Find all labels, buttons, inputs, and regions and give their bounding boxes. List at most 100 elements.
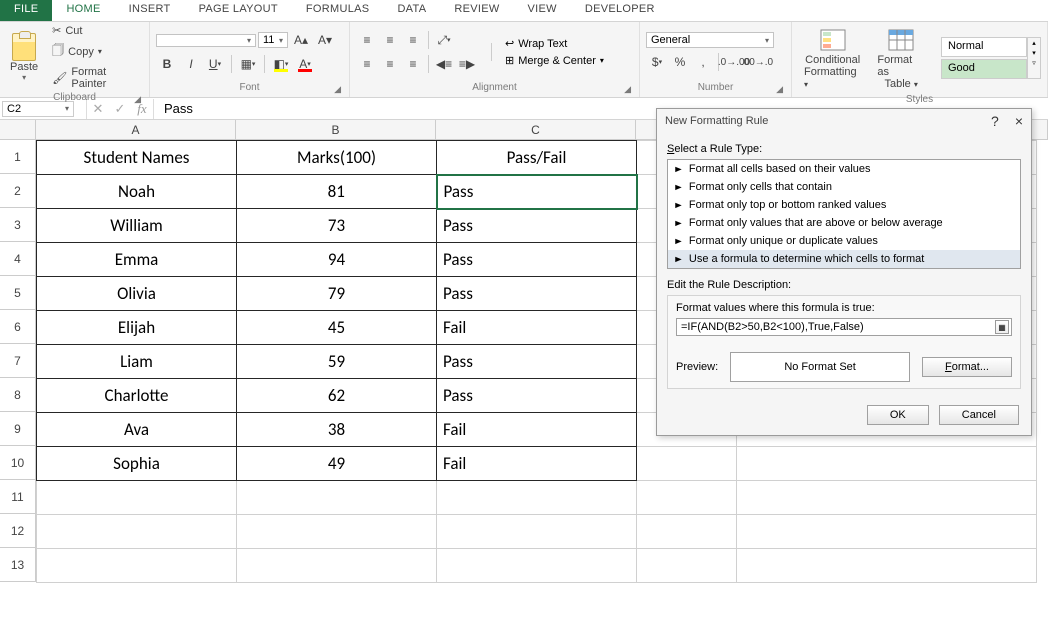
cell-C8[interactable]: Pass (437, 379, 637, 413)
row-header-6[interactable]: 6 (0, 310, 36, 344)
rule-type-item-1[interactable]: ►Format only cells that contain (668, 178, 1020, 196)
column-header-C[interactable]: C (436, 120, 636, 140)
cell-A12[interactable] (37, 515, 237, 549)
cell-B1[interactable]: Marks(100) (237, 141, 437, 175)
cell-A9[interactable]: Ava (37, 413, 237, 447)
tab-view[interactable]: VIEW (514, 0, 571, 21)
row-header-4[interactable]: 4 (0, 242, 36, 276)
font-color-button[interactable]: A▾ (294, 54, 316, 74)
conditional-formatting-button[interactable]: Conditional Formatting ▾ (798, 24, 867, 92)
paste-button[interactable]: Paste ▾ (6, 31, 42, 84)
cell-C2[interactable]: Pass (437, 175, 637, 209)
cell-D11[interactable] (637, 481, 737, 515)
rule-type-item-3[interactable]: ►Format only values that are above or be… (668, 214, 1020, 232)
rule-type-list[interactable]: ►Format all cells based on their values►… (667, 159, 1021, 269)
cell-C7[interactable]: Pass (437, 345, 637, 379)
cell-B13[interactable] (237, 549, 437, 583)
align-top-button[interactable]: ≡ (356, 30, 378, 50)
number-launcher[interactable]: ◢ (776, 84, 783, 95)
cell-B10[interactable]: 49 (237, 447, 437, 481)
alignment-launcher[interactable]: ◢ (624, 84, 631, 95)
borders-button[interactable]: ▦▾ (237, 54, 259, 74)
rule-type-item-0[interactable]: ►Format all cells based on their values (668, 160, 1020, 178)
cell-C12[interactable] (437, 515, 637, 549)
row-header-9[interactable]: 9 (0, 412, 36, 446)
tab-data[interactable]: DATA (383, 0, 440, 21)
orientation-button[interactable]: ⤢▾ (433, 30, 455, 50)
merge-center-button[interactable]: ⊞Merge & Center▾ (505, 54, 604, 67)
italic-button[interactable]: I (180, 54, 202, 74)
cell-C3[interactable]: Pass (437, 209, 637, 243)
tab-file[interactable]: FILE (0, 0, 52, 21)
increase-indent-button[interactable]: ≡▶ (456, 54, 478, 74)
decrease-decimal-button[interactable]: .00→.0 (746, 52, 768, 72)
fill-color-button[interactable]: ◧▾ (270, 54, 292, 74)
cell-A2[interactable]: Noah (37, 175, 237, 209)
column-header-A[interactable]: A (36, 120, 236, 140)
rule-type-item-4[interactable]: ►Format only unique or duplicate values (668, 232, 1020, 250)
decrease-font-button[interactable]: A▾ (314, 30, 336, 50)
align-right-button[interactable]: ≡ (402, 54, 424, 74)
ok-button[interactable]: OK (867, 405, 929, 425)
row-header-1[interactable]: 1 (0, 140, 36, 174)
cell-E12[interactable] (737, 515, 1037, 549)
range-selector-button[interactable]: ▦ (995, 320, 1009, 334)
cell-C10[interactable]: Fail (437, 447, 637, 481)
cell-C6[interactable]: Fail (437, 311, 637, 345)
cell-A5[interactable]: Olivia (37, 277, 237, 311)
dialog-help-button[interactable]: ? (991, 113, 999, 129)
cell-C1[interactable]: Pass/Fail (437, 141, 637, 175)
cell-B9[interactable]: 38 (237, 413, 437, 447)
decrease-indent-button[interactable]: ◀≡ (433, 54, 455, 74)
styles-gallery-scroll[interactable]: ▴▾▿ (1027, 37, 1041, 79)
cell-C5[interactable]: Pass (437, 277, 637, 311)
cell-A8[interactable]: Charlotte (37, 379, 237, 413)
cell-B2[interactable]: 81 (237, 175, 437, 209)
cell-B11[interactable] (237, 481, 437, 515)
style-normal[interactable]: Normal (941, 37, 1027, 57)
cell-B12[interactable] (237, 515, 437, 549)
cell-A3[interactable]: William (37, 209, 237, 243)
font-size-dropdown[interactable]: 11▾ (258, 32, 288, 48)
cell-A4[interactable]: Emma (37, 243, 237, 277)
cell-C13[interactable] (437, 549, 637, 583)
select-all-corner[interactable] (0, 120, 36, 140)
accounting-button[interactable]: $▾ (646, 52, 668, 72)
font-family-dropdown[interactable]: ▾ (156, 34, 256, 47)
number-format-dropdown[interactable]: General▾ (646, 32, 774, 48)
row-header-13[interactable]: 13 (0, 548, 36, 582)
row-header-7[interactable]: 7 (0, 344, 36, 378)
cell-B6[interactable]: 45 (237, 311, 437, 345)
align-center-button[interactable]: ≡ (379, 54, 401, 74)
cancel-button[interactable]: Cancel (939, 405, 1019, 425)
cell-A1[interactable]: Student Names (37, 141, 237, 175)
cell-D12[interactable] (637, 515, 737, 549)
cell-B8[interactable]: 62 (237, 379, 437, 413)
increase-font-button[interactable]: A▴ (290, 30, 312, 50)
wrap-text-button[interactable]: ↩Wrap Text (505, 37, 604, 50)
cell-D13[interactable] (637, 549, 737, 583)
clipboard-launcher[interactable]: ◢ (134, 94, 141, 105)
cell-A11[interactable] (37, 481, 237, 515)
row-header-10[interactable]: 10 (0, 446, 36, 480)
cell-E11[interactable] (737, 481, 1037, 515)
tab-insert[interactable]: INSERT (115, 0, 185, 21)
bold-button[interactable]: B (156, 54, 178, 74)
cell-B3[interactable]: 73 (237, 209, 437, 243)
tab-developer[interactable]: DEVELOPER (571, 0, 669, 21)
chevron-down-icon[interactable]: ▾ (22, 73, 26, 82)
comma-button[interactable]: , (692, 52, 714, 72)
row-header-5[interactable]: 5 (0, 276, 36, 310)
align-bottom-button[interactable]: ≡ (402, 30, 424, 50)
cell-B5[interactable]: 79 (237, 277, 437, 311)
cell-A13[interactable] (37, 549, 237, 583)
cell-A7[interactable]: Liam (37, 345, 237, 379)
align-left-button[interactable]: ≡ (356, 54, 378, 74)
tab-formulas[interactable]: FORMULAS (292, 0, 384, 21)
font-launcher[interactable]: ◢ (334, 84, 341, 95)
row-header-2[interactable]: 2 (0, 174, 36, 208)
cell-E13[interactable] (737, 549, 1037, 583)
underline-button[interactable]: U▾ (204, 54, 226, 74)
cell-B7[interactable]: 59 (237, 345, 437, 379)
dialog-close-button[interactable]: × (1015, 113, 1023, 129)
